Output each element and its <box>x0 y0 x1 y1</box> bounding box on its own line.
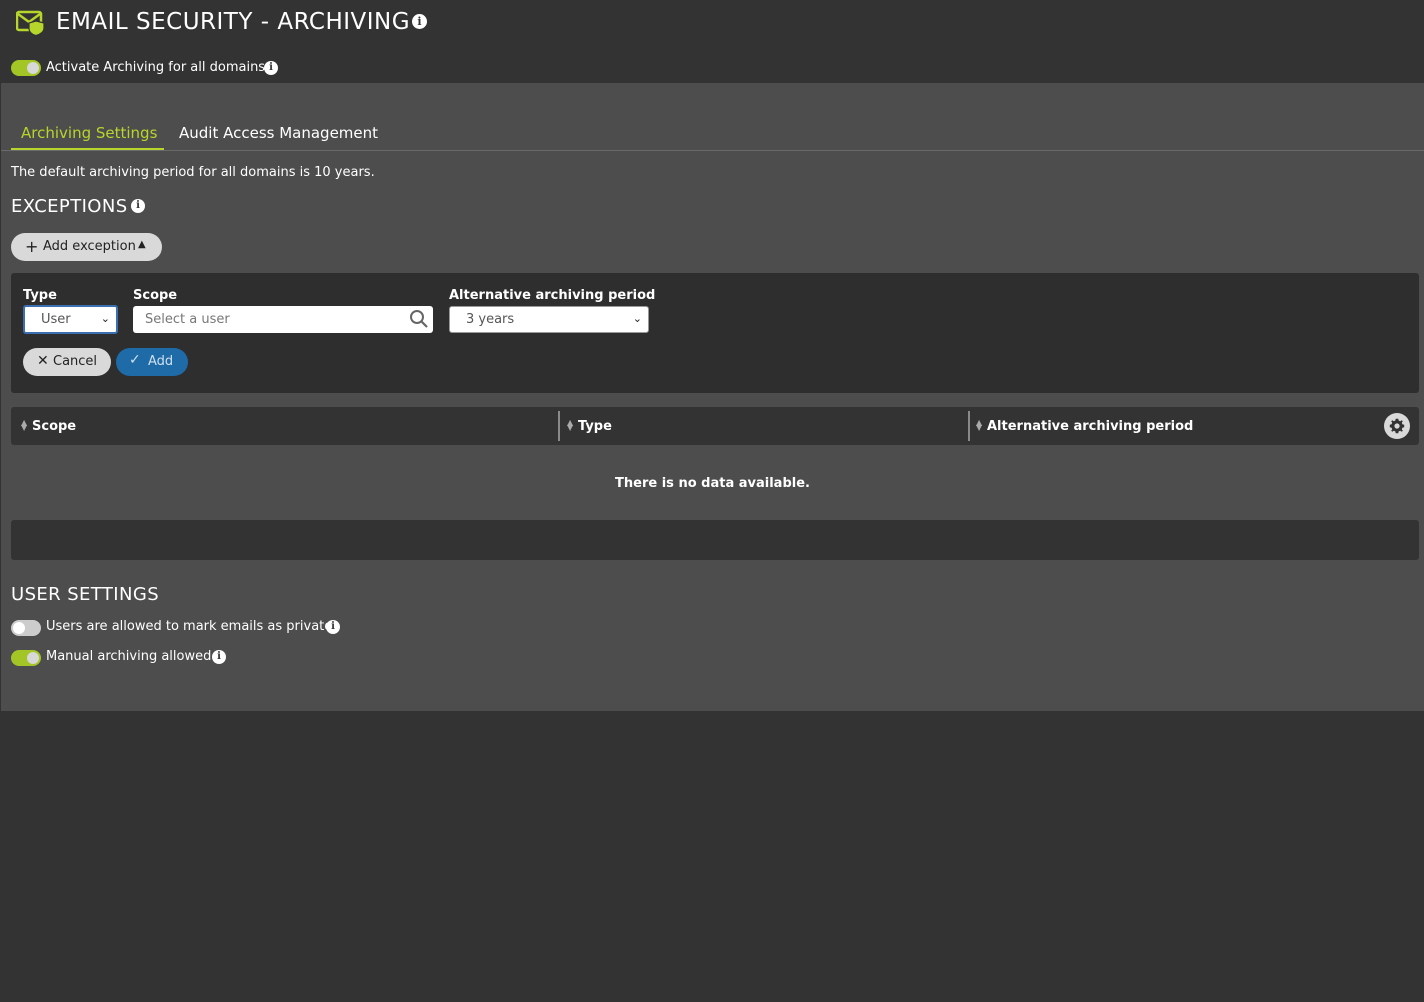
gear-icon <box>1389 418 1405 434</box>
tab-audit-access-management[interactable]: Audit Access Management <box>169 121 388 151</box>
exceptions-table-header: ▲ ▼ Scope ▲ ▼ Type ▲ ▼ Alternative archivin… <box>11 407 1419 445</box>
activate-archiving-toggle[interactable] <box>11 60 41 76</box>
search-icon[interactable] <box>409 309 429 329</box>
tab-archiving-settings[interactable]: Archiving Settings <box>11 121 164 151</box>
chevron-down-icon: ⌄ <box>632 312 642 325</box>
add-exception-button[interactable]: + Add exception ▲ <box>11 233 162 261</box>
period-select-value: 3 years <box>466 312 515 327</box>
toggle-knob <box>27 62 39 74</box>
private-emails-label: Users are allowed to mark emails as priv… <box>46 619 333 634</box>
cancel-label: Cancel <box>53 354 98 369</box>
envelope-shield-icon <box>16 10 45 36</box>
exception-form: Type User ⌄ Scope Select a user Alternat… <box>11 273 1419 393</box>
sort-icon[interactable]: ▲ ▼ <box>21 419 27 432</box>
sort-icon[interactable]: ▲ ▼ <box>567 419 573 432</box>
add-label: Add <box>148 354 174 369</box>
main-panel: Archiving Settings Audit Access Manageme… <box>1 83 1424 711</box>
column-header-period[interactable]: Alternative archiving period <box>987 419 1193 434</box>
column-resize-handle[interactable] <box>558 411 560 441</box>
toggle-knob <box>13 622 25 634</box>
exceptions-info-icon[interactable]: i <box>131 199 145 213</box>
default-period-text: The default archiving period for all dom… <box>11 165 375 180</box>
toggle-knob <box>27 652 39 664</box>
scope-label: Scope <box>133 288 178 303</box>
scope-placeholder: Select a user <box>145 312 230 327</box>
private-emails-toggle[interactable] <box>11 620 41 636</box>
page-header: EMAIL SECURITY - ARCHIVING i Activate Ar… <box>0 0 1424 83</box>
manual-archiving-toggle[interactable] <box>11 650 41 666</box>
activate-archiving-label: Activate Archiving for all domains <box>46 60 266 75</box>
check-icon: ✓ <box>129 352 141 368</box>
column-header-scope[interactable]: Scope <box>32 419 76 434</box>
tab-divider <box>1 150 1424 151</box>
user-settings-title: USER SETTINGS <box>11 584 160 605</box>
cancel-button[interactable]: ✕ Cancel <box>23 348 111 376</box>
table-empty-message: There is no data available. <box>615 476 810 491</box>
chevron-down-icon: ⌄ <box>100 312 110 325</box>
scope-search-input[interactable]: Select a user <box>133 306 433 333</box>
exceptions-title: EXCEPTIONS <box>11 196 128 217</box>
period-label: Alternative archiving period <box>449 288 656 303</box>
column-resize-handle[interactable] <box>968 411 970 441</box>
manual-info-icon[interactable]: i <box>212 650 226 664</box>
close-icon: ✕ <box>37 353 49 369</box>
period-select[interactable]: 3 years ⌄ <box>449 306 649 333</box>
type-select[interactable]: User ⌄ <box>23 305 118 334</box>
add-button[interactable]: ✓ Add <box>116 348 188 376</box>
type-select-value: User <box>41 312 71 327</box>
manual-archiving-label: Manual archiving allowed <box>46 649 212 664</box>
table-settings-button[interactable] <box>1384 413 1410 439</box>
page-title: EMAIL SECURITY - ARCHIVING <box>56 9 411 35</box>
plus-icon: + <box>25 237 39 256</box>
table-footer <box>11 520 1419 560</box>
activate-info-icon[interactable]: i <box>264 61 278 75</box>
sort-icon[interactable]: ▲ ▼ <box>976 419 982 432</box>
caret-up-icon: ▲ <box>138 239 146 250</box>
type-label: Type <box>23 288 57 303</box>
add-exception-label: Add exception <box>43 239 136 254</box>
column-header-type[interactable]: Type <box>578 419 612 434</box>
private-info-icon[interactable]: i <box>326 620 340 634</box>
title-info-icon[interactable]: i <box>412 14 427 29</box>
